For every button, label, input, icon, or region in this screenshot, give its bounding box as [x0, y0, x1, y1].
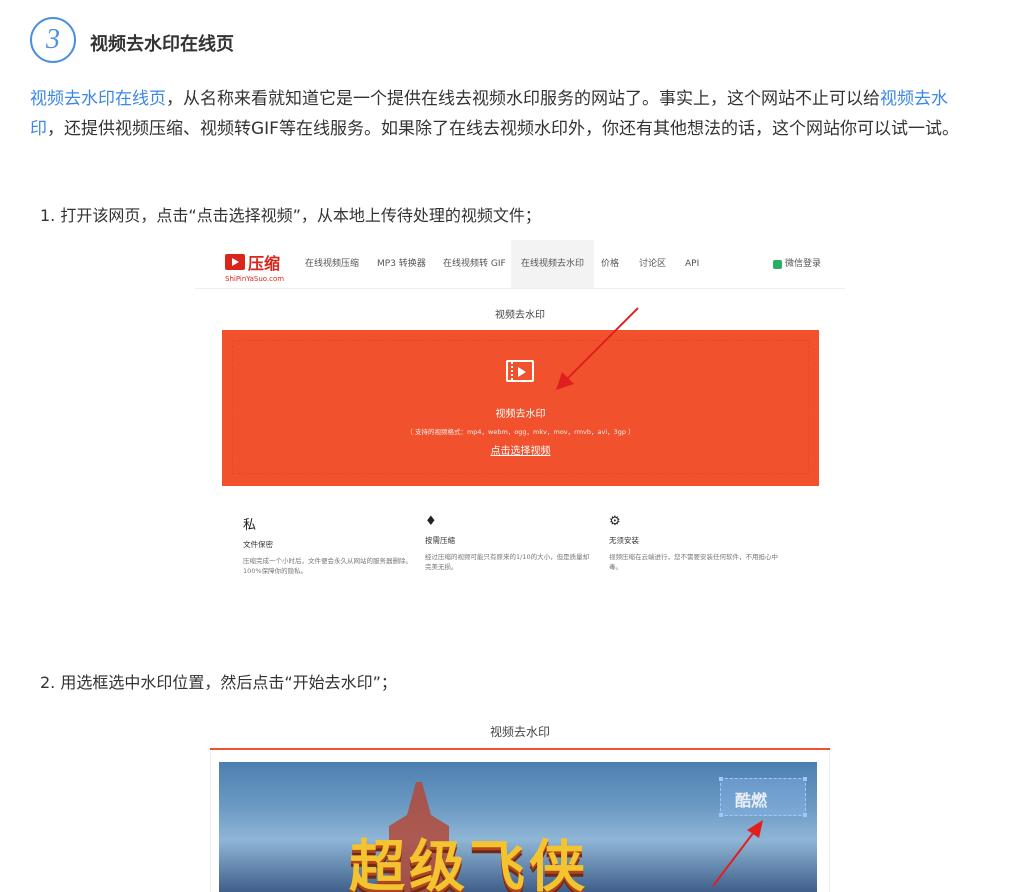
nav-item-video-compress[interactable]: 在线视频压缩: [305, 240, 359, 288]
feature-desc: 经过压缩的视频可能只有原来的1/10的大小，但是质量却完美无损。: [425, 553, 590, 571]
site-nav-bar: 压缩 ShiPinYaSuo.com 在线视频压缩 MP3 转换器 在线视频转 …: [195, 240, 845, 289]
video-preview[interactable]: 超级飞侠 酷燃: [219, 762, 817, 892]
resize-handle[interactable]: [803, 813, 807, 817]
watermark-page-title: 视频去水印: [489, 725, 550, 739]
section-title: 视频去水印在线页: [90, 34, 234, 55]
nav-item-watermark[interactable]: 在线视频去水印: [511, 240, 595, 288]
feature-privacy: 私 文件保密 压缩完成一个小时后，文件便会永久从网站的服务器删除。100%保障你…: [243, 514, 413, 576]
diamond-icon: ♦: [425, 514, 437, 529]
video-game-title: 超级飞侠: [349, 835, 589, 892]
upload-title: 视频去水印: [495, 409, 546, 420]
red-arrow-annotation: [556, 307, 639, 390]
film-logo-icon: [225, 254, 245, 270]
wechat-login-link[interactable]: 微信登录: [785, 240, 821, 288]
logo-domain: ShiPinYaSuo.com: [225, 275, 285, 283]
section-number-badge: 3: [30, 17, 76, 63]
logo-text: 压缩: [248, 254, 281, 273]
video-file-icon: [506, 360, 534, 382]
supported-formats: （ 支持的视频格式：mp4，webm，ogg，mkv，mov，rmvb，avi，…: [406, 428, 635, 436]
section-number: 3: [46, 24, 60, 55]
watermark-selection-box[interactable]: 酷燃: [719, 777, 807, 817]
step-1-text: 1. 打开该网页，点击“点击选择视频”，从本地上传待处理的视频文件；: [40, 206, 541, 225]
feature-desc: 视频压缩在云端进行，您不需要安装任何软件，不用担心中毒。: [609, 553, 778, 571]
feature-title: 文件保密: [243, 540, 273, 549]
shield-privacy-icon: 私: [243, 518, 257, 533]
red-arrow-annotation: [712, 820, 763, 887]
upload-page-title: 视频去水印: [495, 310, 545, 321]
nav-item-mp3[interactable]: MP3 转换器: [377, 240, 426, 288]
feature-title: 按需压缩: [425, 536, 455, 545]
intro-text-1: ，从名称来看就知道它是一个提供在线去视频水印服务的网站了。事实上，这个网站不止可…: [166, 89, 880, 109]
intro-paragraph: 视频去水印在线页，从名称来看就知道它是一个提供在线去视频水印服务的网站了。事实上…: [30, 84, 980, 144]
step-2-text: 2. 用选框选中水印位置，然后点击“开始去水印”；: [40, 673, 397, 692]
site-logo[interactable]: 压缩 ShiPinYaSuo.com: [225, 250, 284, 283]
upload-dropzone[interactable]: 视频去水印 （ 支持的视频格式：mp4，webm，ogg，mkv，mov，rmv…: [222, 330, 819, 486]
feature-desc: 压缩完成一个小时后，文件便会永久从网站的服务器删除。100%保障你的隐私。: [243, 557, 412, 575]
feature-title: 无须安装: [609, 536, 639, 545]
nav-item-api[interactable]: API: [685, 240, 699, 288]
cloud-gear-icon: ⚙: [609, 514, 621, 529]
resize-handle[interactable]: [719, 777, 723, 781]
nav-item-gif[interactable]: 在线视频转 GIF: [443, 240, 506, 288]
feature-no-install: ⚙ 无须安装 视频压缩在云端进行，您不需要安装任何软件，不用担心中毒。: [609, 514, 779, 572]
resize-handle[interactable]: [803, 777, 807, 781]
intro-link-site[interactable]: 视频去水印在线页: [30, 89, 166, 109]
resize-handle[interactable]: [719, 813, 723, 817]
wechat-icon: [773, 260, 782, 269]
nav-item-price[interactable]: 价格: [601, 240, 619, 288]
select-video-link[interactable]: 点击选择视频: [222, 442, 819, 457]
watermark-text: 酷燃: [735, 791, 768, 810]
feature-compress: ♦ 按需压缩 经过压缩的视频可能只有原来的1/10的大小，但是质量却完美无损。: [425, 514, 595, 572]
nav-item-forum[interactable]: 讨论区: [639, 240, 666, 288]
screenshot-upload-page: 压缩 ShiPinYaSuo.com 在线视频压缩 MP3 转换器 在线视频转 …: [195, 240, 845, 590]
intro-text-2: ，还提供视频压缩、视频转GIF等在线服务。如果除了在线去视频水印外，你还有其他想…: [47, 119, 959, 139]
